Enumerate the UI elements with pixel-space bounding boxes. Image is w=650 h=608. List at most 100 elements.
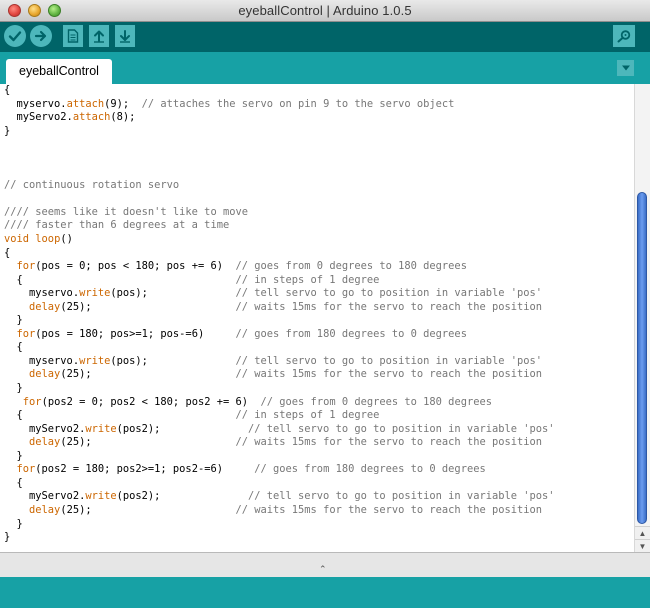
code-keyword: write [79,287,111,300]
code-line: myServo2.write(pos2); // tell servo to g… [4,490,634,504]
code-comment: // goes from 180 degrees to 0 degrees [235,327,467,340]
code-comment: //// seems like it doesn't like to move [4,205,248,218]
arrow-down-icon [120,30,130,43]
code-token: (pos2); [116,490,248,503]
code-token: (8); [110,111,136,124]
code-line: { [4,477,634,491]
code-comment: // in steps of 1 degree [235,409,380,422]
code-token: myservo. [4,354,80,367]
checkmark-icon [8,31,22,42]
code-line: delay(25); // waits 15ms for the servo t… [4,436,634,450]
tab-menu-button[interactable] [617,60,634,76]
code-comment: // goes from 180 degrees to 0 degrees [254,463,486,476]
code-token: (pos2 = 0; pos2 < 180; pos2 += 6) [41,395,261,408]
code-token: (25); [60,503,236,516]
code-token: { [4,476,23,489]
new-sketch-button[interactable] [63,25,83,47]
code-token: { [4,341,23,354]
code-line: myservo.write(pos); // tell servo to go … [4,287,634,301]
code-line: //// faster than 6 degrees at a time [4,219,634,233]
open-sketch-button[interactable] [89,25,109,47]
code-editor[interactable]: { myservo. attach(9); // attaches the ser… [0,84,650,552]
code-line: } [4,382,634,396]
code-keyword: attach [72,111,111,124]
code-line: { // in steps of 1 degree [4,409,634,423]
tab-eyeballcontrol[interactable]: eyeballControl [6,59,112,84]
code-token: } [4,531,11,544]
code-line: for(pos = 180; pos>=1; pos-=6) // goes f… [4,328,634,342]
code-line: myServo2.write(pos2); // tell servo to g… [4,423,634,437]
code-line: } [4,314,634,328]
code-token: } [4,314,23,327]
code-keyword: delay [29,368,61,381]
code-line: } [4,450,634,464]
code-keyword: for [16,260,36,273]
verify-button[interactable] [4,25,26,47]
code-line: // continuous rotation servo [4,179,634,193]
code-token: () [60,233,73,246]
code-line: { [4,84,634,98]
divider-handle-icon[interactable]: ⌃ [319,565,327,574]
code-line: } [4,531,634,545]
magnifier-icon [617,30,631,43]
code-text[interactable]: { myservo. attach(9); // attaches the ser… [4,84,634,545]
code-comment: // attaches the servo on pin 9 to the se… [141,97,455,110]
code-keyword: write [85,490,117,503]
code-comment: // waits 15ms for the servo to reach the… [235,436,543,449]
code-keyword: delay [29,503,61,516]
code-keyword: attach [66,97,105,110]
code-keyword: delay [29,436,61,449]
code-line: myServo2.attach(8); [4,111,634,125]
code-line: { [4,341,634,355]
code-comment: //// faster than 6 degrees at a time [4,219,230,232]
document-icon [67,29,79,43]
scroll-up-arrow-icon[interactable]: ▲ [635,526,650,540]
code-keyword: void [4,233,30,246]
code-keyword: for [16,327,36,340]
scrollbar-thumb[interactable] [637,192,647,524]
code-token: (pos); [110,354,236,367]
code-comment: // tell servo to go to position in varia… [247,422,555,435]
code-token: myServo2. [4,490,86,503]
triangle-down-icon [621,65,630,71]
code-line: delay(25); // waits 15ms for the servo t… [4,368,634,382]
arrow-up-icon [94,30,104,43]
code-token: (pos = 0; pos < 180; pos += 6) [35,260,236,273]
editor-scrollbar[interactable]: ▲ ▼ [634,84,650,553]
title-bar: eyeballControl | Arduino 1.0.5 [0,0,650,22]
code-line: for(pos = 0; pos < 180; pos += 6) // goe… [4,260,634,274]
code-line: //// seems like it doesn't like to move [4,206,634,220]
code-comment: // tell servo to go to position in varia… [235,287,543,300]
code-comment: // tell servo to go to position in varia… [247,490,555,503]
serial-monitor-button[interactable] [613,25,635,47]
code-token: (pos2 = 180; pos2>=1; pos2-=6) [35,463,255,476]
code-token: (9); [104,97,142,110]
editor-console-divider[interactable]: ⌃ [0,552,650,577]
code-comment: // waits 15ms for the servo to reach the… [235,300,543,313]
upload-button[interactable] [30,25,52,47]
code-keyword: delay [29,300,61,313]
scroll-down-arrow-icon[interactable]: ▼ [635,539,650,553]
code-token: } [4,382,23,395]
code-comment: // waits 15ms for the servo to reach the… [235,503,543,516]
tab-strip: eyeballControl [0,52,650,84]
save-sketch-button[interactable] [115,25,135,47]
code-token: (25); [60,368,236,381]
status-area [0,577,650,608]
code-token: myservo. [4,287,80,300]
toolbar [0,22,650,52]
code-comment: // waits 15ms for the servo to reach the… [235,368,543,381]
code-token: (pos2); [116,422,248,435]
code-line: void loop() [4,233,634,247]
code-keyword: for [22,395,42,408]
code-line: delay(25); // waits 15ms for the servo t… [4,504,634,518]
window-title: eyeballControl | Arduino 1.0.5 [238,3,412,18]
